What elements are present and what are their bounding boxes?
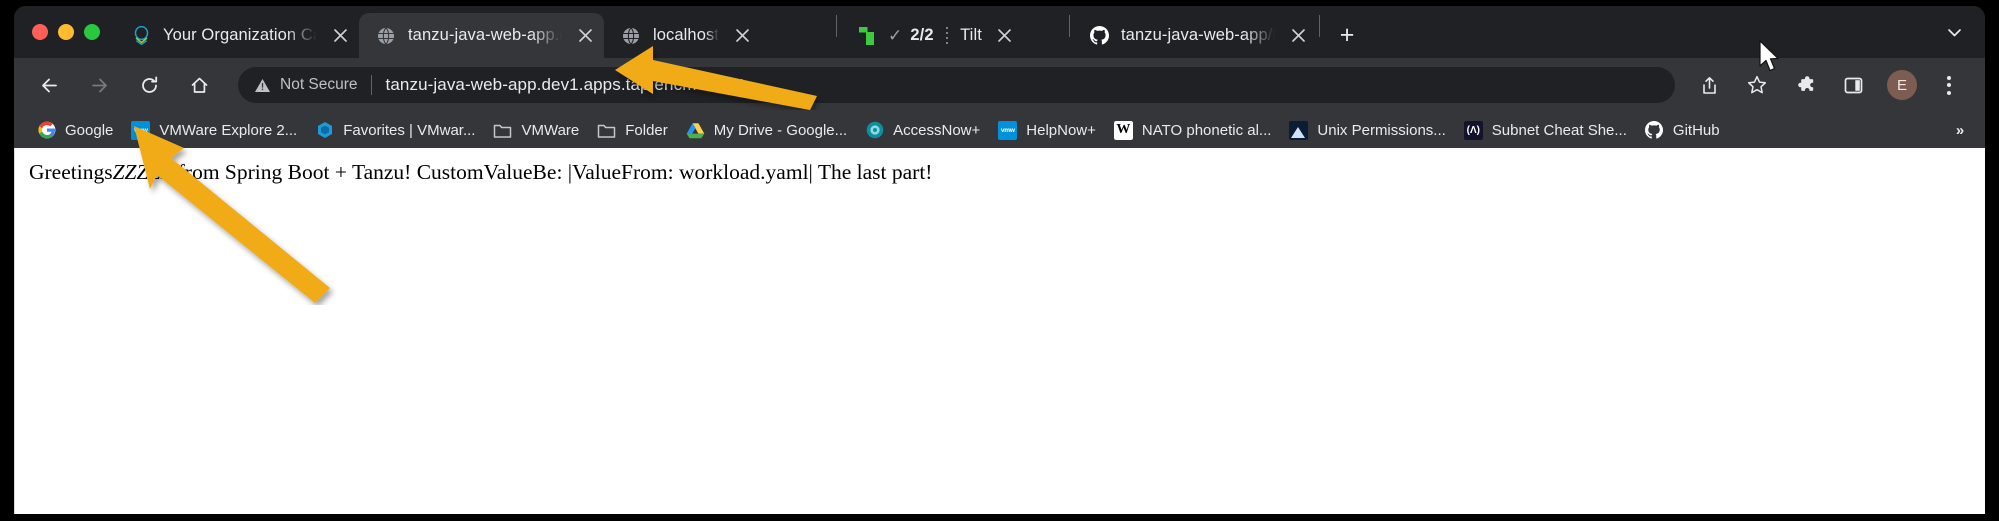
tab-close-icon[interactable]: [729, 23, 755, 49]
vmw-tile-icon: vmw: [998, 120, 1018, 140]
bookmark-google[interactable]: Google: [28, 116, 122, 144]
bookmark-label: My Drive - Google...: [713, 121, 848, 139]
tab-organization-catalog[interactable]: Your Organization Catalog | Tan: [114, 13, 359, 58]
browser-window: Your Organization Catalog | Tan tanzu-ja…: [14, 6, 1985, 514]
bookmark-label: NATO phonetic al...: [1141, 121, 1272, 139]
tab-tilt[interactable]: ✓ 2/2 Tilt: [839, 13, 1067, 58]
back-button[interactable]: [30, 66, 68, 104]
bookmarks-overflow-chevron-icon[interactable]: »: [1947, 117, 1973, 143]
tab-localhost[interactable]: localhost: [604, 13, 834, 58]
tilt-status-check-icon: ✓: [888, 25, 903, 45]
tab-close-icon[interactable]: [572, 23, 598, 49]
bookmark-vmware-explore[interactable]: vmw VMWare Explore 2...: [122, 116, 306, 144]
bookmarks-bar: Google vmw VMWare Explore 2... Favorites…: [14, 112, 1985, 148]
forward-button[interactable]: [80, 66, 118, 104]
folder-icon: [597, 121, 616, 140]
tab-close-icon[interactable]: [992, 23, 1018, 49]
tab-search-chevron-down-icon[interactable]: [1939, 17, 1969, 47]
wikipedia-icon: W: [1113, 120, 1133, 140]
bookmark-folder[interactable]: Folder: [588, 116, 677, 144]
tanzu-catalog-icon: [130, 25, 152, 47]
tilt-resource-count: 2/2: [910, 26, 934, 44]
tab-title: tanzu-java-web-app.dev1.apps: [408, 26, 562, 44]
side-panel-icon[interactable]: [1834, 66, 1872, 104]
tab-github-hellocontroller[interactable]: tanzu-java-web-app/HelloCont: [1072, 13, 1317, 58]
profile-avatar[interactable]: E: [1887, 70, 1917, 100]
share-icon[interactable]: [1690, 66, 1728, 104]
subnet-icon: (Λ): [1463, 120, 1483, 140]
github-icon: [1088, 25, 1110, 47]
bookmark-label: Subnet Cheat She...: [1491, 121, 1627, 139]
warning-triangle-icon: [255, 78, 270, 92]
bookmark-subnet-cheat-sheet[interactable]: (Λ) Subnet Cheat She...: [1455, 116, 1636, 144]
globe-icon: [620, 25, 642, 47]
folder-icon: [493, 121, 512, 140]
address-bar[interactable]: Not Secure tanzu-java-web-app.dev1.apps.…: [238, 67, 1675, 103]
tab-tanzu-java-web-app[interactable]: tanzu-java-web-app.dev1.apps: [359, 13, 604, 58]
google-drive-icon: [686, 121, 705, 140]
vmw-tile-icon: vmw: [131, 120, 151, 140]
bookmark-label: GitHub: [1672, 121, 1720, 139]
vmware-hex-icon: [315, 121, 334, 140]
tilt-logo-icon: [855, 25, 877, 47]
toolbar-actions: E: [1685, 66, 1973, 104]
greeting-suffix: from Spring Boot + Tanzu! CustomValueBe:…: [172, 160, 933, 184]
tab-close-icon[interactable]: [1285, 23, 1311, 49]
tilt-dotted-divider: [945, 26, 949, 45]
tab-title: tanzu-java-web-app/HelloCont: [1121, 26, 1275, 44]
tab-divider: [836, 15, 837, 37]
bookmark-label: Favorites | VMwar...: [343, 121, 476, 139]
bookmark-github[interactable]: GitHub: [1636, 116, 1729, 144]
tab-list: Your Organization Catalog | Tan tanzu-ja…: [114, 6, 1939, 58]
bookmark-favorites-vmware[interactable]: Favorites | VMwar...: [306, 116, 484, 144]
extensions-puzzle-icon[interactable]: [1786, 66, 1824, 104]
bookmark-helpnow[interactable]: vmw HelpNow+: [989, 116, 1105, 144]
page-viewport: GreetingsZZZZZ from Spring Boot + Tanzu!…: [14, 148, 1985, 514]
tab-title-tilt: ✓ 2/2 Tilt: [888, 26, 982, 46]
tab-strip: Your Organization Catalog | Tan tanzu-ja…: [14, 6, 1985, 58]
page-body-text: GreetingsZZZZZ from Spring Boot + Tanzu!…: [15, 148, 1985, 185]
greeting-emphasis: ZZZZZ: [112, 160, 173, 184]
google-g-icon: [37, 121, 56, 140]
site-security-indicator[interactable]: Not Secure: [254, 76, 371, 94]
bookmark-label: VMWare: [521, 121, 580, 139]
unix-permissions-icon: [1289, 120, 1309, 140]
tab-divider: [1319, 15, 1320, 37]
new-tab-button[interactable]: +: [1330, 18, 1364, 52]
window-zoom-button[interactable]: [84, 24, 100, 40]
screenshot-root: Your Organization Catalog | Tan tanzu-ja…: [0, 0, 1999, 521]
tab-title: localhost: [653, 26, 720, 44]
tab-title: Tilt: [960, 26, 982, 44]
github-icon: [1645, 121, 1664, 140]
kebab-menu-icon[interactable]: [1930, 66, 1968, 104]
bookmark-my-drive[interactable]: My Drive - Google...: [677, 116, 856, 144]
bookmark-unix-permissions[interactable]: Unix Permissions...: [1280, 116, 1454, 144]
accessnow-icon: [865, 121, 884, 140]
tab-divider: [1069, 15, 1070, 37]
bookmark-vmware-folder[interactable]: VMWare: [484, 116, 588, 144]
bookmark-label: AccessNow+: [893, 121, 981, 139]
security-text: Not Secure: [280, 76, 358, 93]
reload-button[interactable]: [130, 66, 168, 104]
greeting-prefix: Greetings: [29, 160, 113, 184]
bookmark-accessnow[interactable]: AccessNow+: [856, 116, 989, 144]
home-button[interactable]: [180, 66, 218, 104]
globe-icon: [375, 25, 397, 47]
mouse-cursor: [1759, 40, 1779, 72]
tabstrip-right-controls: [1939, 6, 1985, 58]
browser-toolbar: Not Secure tanzu-java-web-app.dev1.apps.…: [14, 58, 1985, 112]
window-traffic-lights: [24, 6, 114, 58]
bookmark-label: Folder: [625, 121, 668, 139]
bookmark-label: HelpNow+: [1026, 121, 1096, 139]
tab-close-icon[interactable]: [327, 23, 353, 49]
window-close-button[interactable]: [32, 24, 48, 40]
bookmark-label: Unix Permissions...: [1317, 121, 1446, 139]
url-text: tanzu-java-web-app.dev1.apps.tap.ericm48…: [385, 75, 745, 94]
window-minimize-button[interactable]: [58, 24, 74, 40]
bookmark-label: VMWare Explore 2...: [159, 121, 298, 139]
bookmark-nato-phonetic[interactable]: W NATO phonetic al...: [1105, 116, 1281, 144]
bookmark-label: Google: [65, 121, 114, 139]
tab-title: Your Organization Catalog | Tan: [163, 26, 317, 44]
